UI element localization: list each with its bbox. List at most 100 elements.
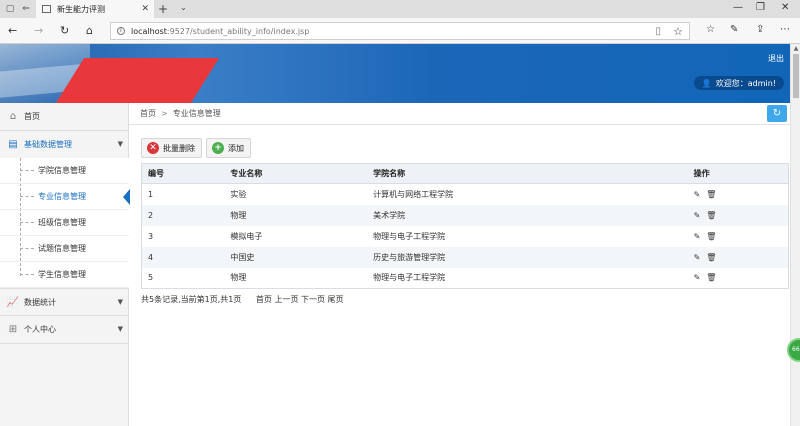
cell-id: 3 [148,231,154,241]
table-row[interactable]: 1 实验 计算机与网络工程学院 ✎ 🗑 [142,184,789,205]
reading-view-icon[interactable]: ▯ [655,26,661,37]
sidebar-item-major[interactable]: 专业信息管理 [0,184,130,210]
notebook-icon: ▤ [8,138,18,150]
sidebar-item-label: 基础数据管理 [24,139,72,149]
caret-down-icon: ▼ [117,325,123,333]
trash-icon[interactable]: 🗑 [706,273,716,282]
edit-icon[interactable]: ✎ [694,273,701,282]
table-row[interactable]: 4 中国史 历史与旅游管理学院 ✎ 🗑 [141,246,789,268]
back-icon[interactable]: ← [8,24,17,37]
sidebar-item-basic-data[interactable]: ▤ 基础数据管理 ▼ [0,131,129,157]
forward-icon[interactable]: → [34,24,43,37]
sidebar-item-stats[interactable]: 📈 数据统计 ▼ [0,289,129,315]
cell-college: 计算机与网络工程学院 [373,189,454,199]
first-page-link[interactable]: 首页 [256,295,272,304]
breadcrumb-separator: > [161,109,168,118]
sidebar-item-label: 数据统计 [24,297,56,307]
table-row[interactable]: 5 物理 物理与电子工程学院 ✎ 🗑 [142,268,789,289]
button-label: 批量删除 [163,143,195,153]
prev-page-link[interactable]: 上一页 [274,295,298,304]
share-icon[interactable]: ⇪ [756,24,764,35]
divider [0,343,129,344]
sidebar-item-label: 学生信息管理 [38,270,86,279]
batch-delete-button[interactable]: ✕ 批量删除 [141,138,202,158]
add-button[interactable]: + 添加 [206,138,251,158]
active-indicator [123,189,130,205]
browser-tab-bar: ▢ ⇐ 新生能力评测 ✕ + ⌄ — ❐ ✕ [0,0,800,18]
caret-down-icon: ▼ [117,298,123,306]
reload-icon[interactable]: ↻ [60,24,69,37]
edit-icon[interactable]: ✎ [694,253,701,262]
refresh-icon: ↻ [772,108,782,119]
floating-widget[interactable]: 66 [787,338,800,362]
cell-college: 物理与电子工程学院 [373,231,446,241]
sidebar-item-home[interactable]: ⌂ 首页 [0,103,129,129]
cell-college: 历史与旅游管理学院 [367,246,688,268]
trash-icon[interactable]: 🗑 [706,211,716,220]
cell-college: 物理与电子工程学院 [373,273,446,283]
cell-college: 美术学院 [367,204,688,226]
cell-major: 中国史 [224,246,368,268]
cell-id: 5 [148,273,154,283]
trash-icon[interactable]: 🗑 [706,253,716,262]
pagination-summary: 共5条记录,当前第1页,共1页 [141,295,242,304]
maximize-icon[interactable]: ❐ [756,2,765,13]
chevron-down-icon[interactable]: ⌄ [180,3,187,12]
app-header: 退出 👤 欢迎您：admin! [0,44,790,103]
url-field[interactable]: i localhost:9527/student_ability_info/in… [110,22,690,40]
page-scrollbar[interactable]: ▲ [790,44,800,426]
sidebar-item-college[interactable]: 学院信息管理 [0,158,129,184]
new-tab-icon[interactable]: + [158,2,168,16]
pagination: 共5条记录,当前第1页,共1页 首页 上一页 下一页 尾页 [141,294,344,305]
minimize-icon[interactable]: — [733,2,743,13]
sidebar: ⌂ 首页 ▤ 基础数据管理 ▼ 学院信息管理 专业信息管理 班级信息管理 试题信… [0,103,130,426]
table-header-row: 编号 专业名称 学院名称 操作 [141,163,789,184]
edit-icon[interactable]: ✎ [694,232,701,241]
close-tab-icon[interactable]: ✕ [141,4,149,14]
table-row[interactable]: 3 模拟电子 物理与电子工程学院 ✎ 🗑 [142,226,789,247]
house-icon: ⌂ [9,110,17,122]
sidebar-item-personal[interactable]: ⊞ 个人中心 ▼ [0,316,129,342]
tab-actions-icon[interactable]: ▢ [4,3,16,15]
sidebar-item-questions[interactable]: 试题信息管理 [0,236,129,262]
scrollbar-thumb[interactable] [793,54,799,98]
logout-link[interactable]: 退出 [768,53,784,64]
cell-id: 2 [141,204,225,226]
trash-icon[interactable]: 🗑 [706,232,716,241]
button-label: 添加 [228,143,244,153]
page-icon [42,5,51,13]
divider [129,124,790,125]
breadcrumb-home[interactable]: 首页 [140,109,156,118]
sidebar-item-class[interactable]: 班级信息管理 [0,210,129,236]
sidebar-item-label: 试题信息管理 [38,244,86,253]
scroll-up-icon[interactable]: ▲ [791,44,800,54]
trash-icon[interactable]: 🗑 [706,190,716,199]
table-row[interactable]: 2 物理 美术学院 ✎ 🗑 [141,204,789,226]
more-icon[interactable]: ⋯ [780,24,790,35]
info-icon[interactable]: i [117,27,125,35]
last-page-link[interactable]: 尾页 [328,295,344,304]
notes-icon[interactable]: ✎ [730,24,738,35]
favorites-icon[interactable]: ☆ [706,24,715,35]
column-header: 学院名称 [367,163,688,184]
tab-back-icon[interactable]: ⇐ [20,3,32,15]
welcome-badge: 👤 欢迎您：admin! [693,76,784,90]
breadcrumb-current: 专业信息管理 [172,109,221,118]
url-path: :9527/student_ability_info/index.jsp [166,26,310,36]
edit-icon[interactable]: ✎ [694,211,701,220]
home-icon[interactable]: ⌂ [86,24,93,37]
cell-id: 4 [141,246,225,268]
sidebar-item-students[interactable]: 学生信息管理 [0,262,129,288]
submenu-basic-data: 学院信息管理 专业信息管理 班级信息管理 试题信息管理 学生信息管理 [0,158,130,288]
grid-icon: ⊞ [8,323,18,335]
close-window-icon[interactable]: ✕ [781,2,789,13]
next-page-link[interactable]: 下一页 [301,295,325,304]
browser-tab[interactable]: 新生能力评测 ✕ [36,0,154,18]
delete-icon: ✕ [147,142,159,154]
sidebar-item-label: 首页 [24,111,40,121]
refresh-button[interactable]: ↻ [767,105,787,122]
address-bar-row: ← → ↻ ⌂ i localhost:9527/student_ability… [0,18,800,44]
favorite-star-icon[interactable]: ☆ [673,25,683,38]
caret-down-icon: ▼ [117,140,123,148]
edit-icon[interactable]: ✎ [694,190,701,199]
